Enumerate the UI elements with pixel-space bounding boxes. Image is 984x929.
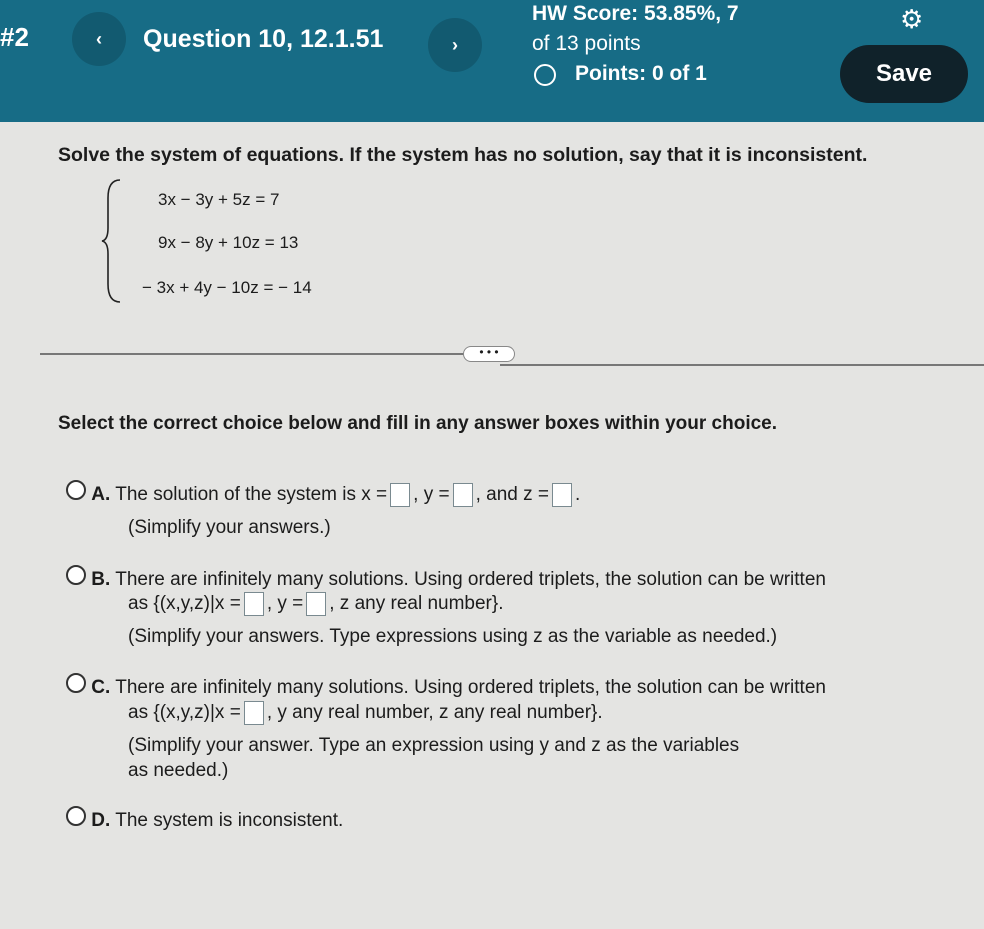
choice-b[interactable]: B. There are infinitely many solutions. … xyxy=(66,565,826,591)
choice-a-radio[interactable] xyxy=(66,480,86,500)
choice-text: The system is inconsistent. xyxy=(115,810,344,831)
equation-1: 3x − 3y + 5z = 7 xyxy=(158,190,280,209)
choice-c-radio[interactable] xyxy=(66,673,86,693)
header-bar: #2 ‹ Question 10, 12.1.51 › HW Score: 53… xyxy=(0,0,984,122)
x-answer-box[interactable] xyxy=(390,482,411,507)
choice-c-note1: (Simplify your answer. Type an expressio… xyxy=(128,735,740,756)
choice-letter: D. xyxy=(91,810,111,831)
choice-a[interactable]: A. The solution of the system is x = , y … xyxy=(66,480,580,507)
hw-score-line1: HW Score: 53.85%, 7 xyxy=(532,2,739,25)
choice-text: , and z = xyxy=(475,484,550,505)
equation-2: 9x − 8y + 10z = 13 xyxy=(158,233,299,252)
choice-letter: A. xyxy=(91,484,111,505)
choice-a-note: (Simplify your answers.) xyxy=(128,517,331,538)
x-answer-box[interactable] xyxy=(243,592,264,616)
z-answer-box[interactable] xyxy=(552,482,573,507)
choice-text: as {(x,y,z)|x = xyxy=(128,593,241,615)
choice-letter: B. xyxy=(91,569,111,590)
choice-text: as {(x,y,z)|x = xyxy=(128,702,241,724)
choice-b-note: (Simplify your answers. Type expressions… xyxy=(128,626,778,647)
choice-d-radio[interactable] xyxy=(66,806,86,826)
points-label: Points: 0 of 1 xyxy=(575,62,707,85)
gear-icon[interactable]: ⚙ xyxy=(900,4,923,35)
hw-score-line2: of 13 points xyxy=(532,32,641,55)
divider xyxy=(40,353,480,355)
y-answer-box[interactable] xyxy=(306,592,327,616)
choice-c-line2: as {(x,y,z)|x = , y any real number, z an… xyxy=(128,701,603,725)
question-title: Question 10, 12.1.51 xyxy=(143,25,384,53)
choice-text: , y = xyxy=(413,484,450,505)
choice-text: , z any real number}. xyxy=(329,593,504,615)
choice-text: The solution of the system is x = xyxy=(115,484,388,505)
points-status-icon xyxy=(534,64,556,86)
hw-score: HW Score: 53.85%, 7 xyxy=(532,2,739,26)
choice-text: , y = xyxy=(266,593,304,615)
divider xyxy=(500,364,984,366)
previous-question-button[interactable]: ‹ xyxy=(72,12,126,66)
set-label: #2 xyxy=(0,22,29,52)
choice-b-line2: as {(x,y,z)|x = , y = , z any real number}… xyxy=(128,592,504,616)
equation-3: − 3x + 4y − 10z = − 14 xyxy=(142,278,312,297)
choice-c[interactable]: C. There are infinitely many solutions. … xyxy=(66,673,826,699)
x-answer-box[interactable] xyxy=(243,701,264,725)
save-button[interactable]: Save xyxy=(840,45,968,103)
choice-text: , y any real number, z any real number}. xyxy=(266,702,603,724)
choice-letter: C. xyxy=(91,677,111,698)
choice-text: There are infinitely many solutions. Usi… xyxy=(115,569,826,590)
choice-text: There are infinitely many solutions. Usi… xyxy=(115,677,826,698)
y-answer-box[interactable] xyxy=(452,482,473,507)
choice-b-radio[interactable] xyxy=(66,565,86,585)
system-brace-icon xyxy=(101,179,121,303)
choice-c-note2: as needed.) xyxy=(128,760,229,781)
more-button[interactable]: • • • xyxy=(463,346,515,362)
choice-text: . xyxy=(575,484,581,505)
choice-d[interactable]: D. The system is inconsistent. xyxy=(66,806,343,832)
next-question-button[interactable]: › xyxy=(428,18,482,72)
question-prompt: Solve the system of equations. If the sy… xyxy=(58,144,868,166)
instruction: Select the correct choice below and fill… xyxy=(58,413,778,434)
